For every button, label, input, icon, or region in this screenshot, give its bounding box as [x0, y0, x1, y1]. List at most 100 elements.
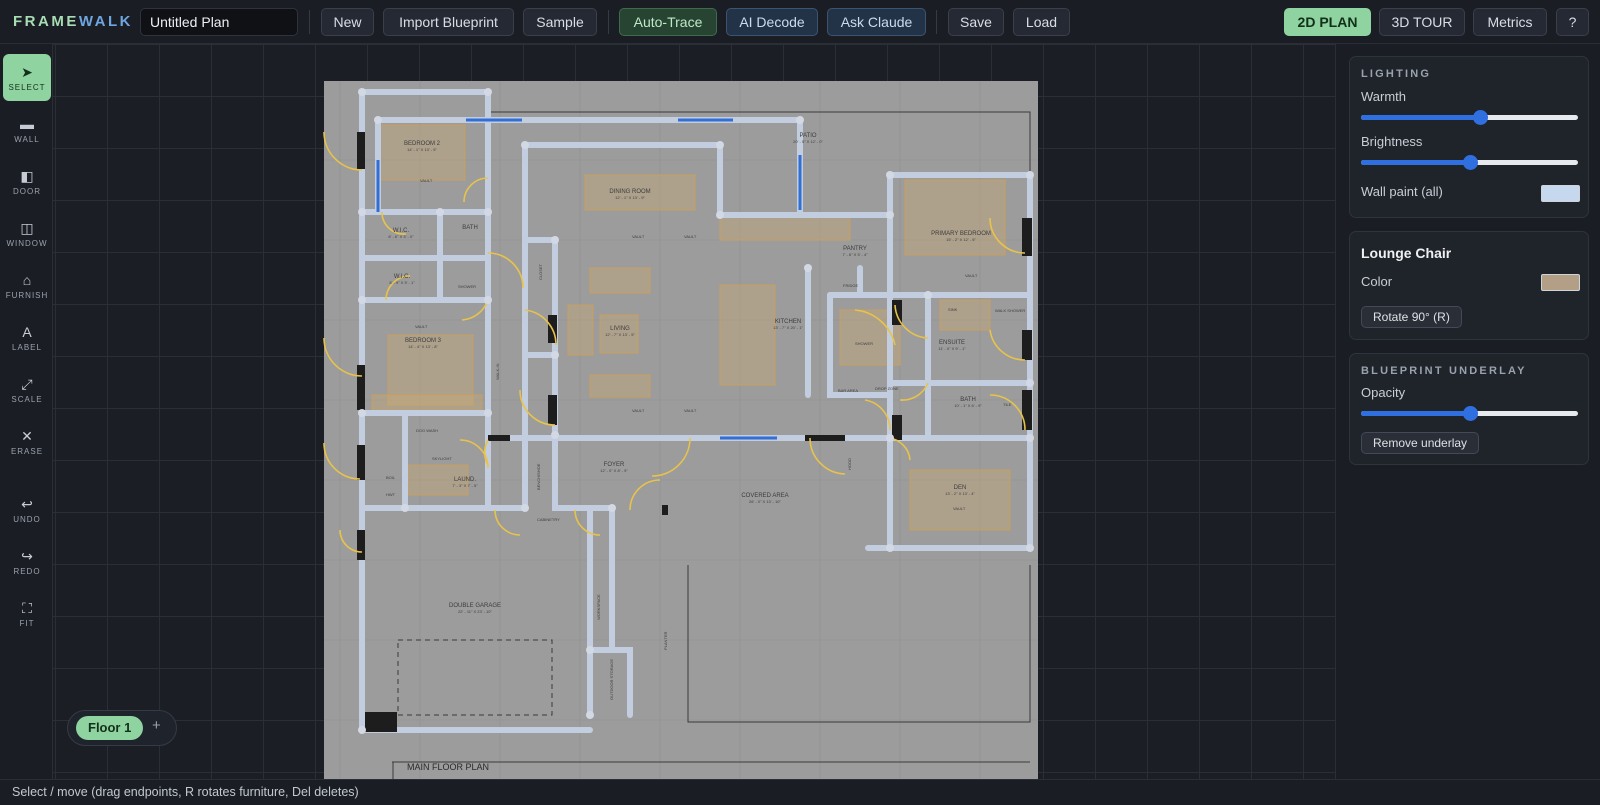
undo-icon: ↩ — [21, 496, 33, 512]
opacity-label: Opacity — [1361, 385, 1406, 400]
room-dims: 13' - 7" X 20' - 1" — [773, 325, 803, 330]
scale-tool[interactable]: ⤢ SCALE — [3, 366, 51, 413]
select-tool-label: SELECT — [8, 83, 46, 92]
scale-tool-label: SCALE — [11, 395, 43, 404]
redo-tool-label: REDO — [13, 567, 41, 576]
metrics-button[interactable]: Metrics — [1473, 8, 1547, 36]
2d-plan-button[interactable]: 2D PLAN — [1284, 8, 1371, 36]
redo-icon: ↪ — [21, 548, 33, 564]
furnish-tool[interactable]: ⌂ FURNISH — [3, 262, 51, 309]
floor-1-tab[interactable]: Floor 1 — [76, 716, 144, 740]
note-closet: CLOSET — [538, 263, 543, 280]
room-dims: 7' - 3" X 7' - 5" — [452, 483, 478, 488]
add-floor-button[interactable]: + — [152, 717, 161, 734]
note-vault: VAULT — [965, 273, 978, 278]
selected-object-title: Lounge Chair — [1361, 245, 1452, 261]
plan-canvas[interactable]: BEDROOM 2 14' - 1" X 13' - 5" DINING ROO… — [53, 44, 1335, 779]
room-dims: 15' - 2" X 12' - 5" — [946, 237, 976, 242]
door-tool[interactable]: ◧ DOOR — [3, 158, 51, 205]
wall-icon: ▬ — [20, 116, 34, 132]
label-tool[interactable]: A LABEL — [3, 314, 51, 361]
plan-sheet-title: MAIN FLOOR PLAN — [407, 762, 489, 772]
color-label: Color — [1361, 274, 1393, 289]
note-vault: VAULT — [420, 178, 433, 183]
note-walk-shower: WALK SHOWER — [995, 308, 1025, 313]
plan-title-input[interactable] — [140, 8, 298, 36]
door-icon: ◧ — [20, 168, 34, 184]
new-button[interactable]: New — [321, 8, 374, 36]
warmth-slider-knob[interactable] — [1473, 110, 1489, 125]
note-outdoor-storage: OUTDOOR STORAGE — [609, 659, 614, 700]
note-cabinetry: CABINETRY — [537, 517, 560, 522]
wall-paint-swatch[interactable] — [1541, 185, 1580, 202]
note-fridge: FRIDGE — [843, 283, 858, 288]
sample-button[interactable]: Sample — [523, 8, 597, 36]
house-icon: ⌂ — [22, 272, 32, 288]
room-name: BATH — [462, 225, 478, 231]
brightness-slider-knob[interactable] — [1462, 155, 1478, 170]
load-button[interactable]: Load — [1013, 8, 1070, 36]
note-sink: SINK — [948, 307, 958, 312]
note-vault: VAULT — [415, 324, 428, 329]
selection-card: Lounge Chair Color Rotate 90° (R) — [1349, 231, 1589, 340]
window-tool-label: WINDOW — [6, 239, 48, 248]
fit-tool-label: FIT — [19, 619, 35, 628]
warmth-slider-fill — [1361, 115, 1481, 120]
note-workspace: WORKSPACE — [596, 594, 601, 620]
opacity-slider[interactable] — [1361, 406, 1578, 421]
brightness-slider[interactable] — [1361, 155, 1578, 170]
save-button[interactable]: Save — [948, 8, 1004, 36]
warmth-label: Warmth — [1361, 89, 1407, 104]
opacity-slider-knob[interactable] — [1462, 406, 1478, 421]
resize-arrow-icon: ⤢ — [21, 376, 33, 392]
floor-switcher: Floor 1 + — [67, 710, 177, 746]
fit-tool[interactable]: ⛶ FIT — [3, 590, 51, 637]
note-skylight: SKYLIGHT — [432, 456, 452, 461]
select-tool[interactable]: ➤ SELECT — [3, 54, 51, 101]
note-hood: HOOD — [847, 458, 852, 470]
note-shower: SHOWER — [458, 284, 476, 289]
room-dims: 22' - 11" X 23' - 10" — [458, 609, 492, 614]
ask-claude-button[interactable]: Ask Claude — [827, 8, 926, 36]
wall-tool[interactable]: ▬ WALL — [3, 106, 51, 153]
room-dims: 12' - 1" X 13' - 9" — [615, 195, 645, 200]
ai-decode-button[interactable]: AI Decode — [726, 8, 818, 36]
cursor-arrow-icon: ➤ — [21, 64, 33, 80]
room-dims: 7' - 6" X 5' - 4" — [842, 252, 868, 257]
room-dims: 14' - 4" X 13' - 8" — [408, 344, 438, 349]
floor-plan-drawing[interactable]: BEDROOM 2 14' - 1" X 13' - 5" DINING ROO… — [53, 44, 1335, 779]
remove-underlay-button[interactable]: Remove underlay — [1361, 432, 1480, 454]
room-dims: 11' - 0" X 9' - 1" — [938, 346, 966, 351]
note-bar-area: BAR AREA — [838, 388, 858, 393]
import-blueprint-button[interactable]: Import Blueprint — [383, 8, 514, 36]
furnish-tool-label: FURNISH — [5, 291, 49, 300]
room-dims: 14' - 1" X 13' - 5" — [407, 147, 437, 152]
room-dims: 20' - 5" X 12' - 0" — [793, 139, 823, 144]
note-vault: VAULT — [632, 408, 645, 413]
note-walk-in: WALK-IN — [495, 363, 500, 380]
room-dims: 8' - 6" X 5' - 0" — [388, 234, 414, 239]
fit-screen-icon: ⛶ — [22, 600, 32, 616]
toolbar-divider — [309, 10, 310, 34]
rotate-button[interactable]: Rotate 90° (R) — [1361, 306, 1462, 328]
erase-tool[interactable]: ✕ ERASE — [3, 418, 51, 465]
label-tool-label: LABEL — [12, 343, 42, 352]
auto-trace-button[interactable]: Auto-Trace — [619, 8, 717, 36]
window-tool[interactable]: ◫ WINDOW — [3, 210, 51, 257]
warmth-slider[interactable] — [1361, 110, 1578, 125]
3d-tour-button[interactable]: 3D TOUR — [1379, 8, 1465, 36]
status-bar: Select / move (drag endpoints, R rotates… — [0, 779, 1600, 805]
room-dims: 13' - 2" X 13' - 4" — [945, 491, 975, 496]
redo-tool[interactable]: ↪ REDO — [3, 538, 51, 585]
note-drop-zone: DROP ZONE — [875, 386, 899, 391]
help-button[interactable]: ? — [1556, 8, 1589, 36]
brightness-label: Brightness — [1361, 134, 1423, 149]
undo-tool[interactable]: ↩ UNDO — [3, 486, 51, 533]
note-dog-wash: DOG WASH — [416, 428, 438, 433]
note-ensuite-shower: SHOWER — [855, 341, 873, 346]
window-icon: ◫ — [20, 220, 34, 236]
note-planter: PLANTER — [663, 631, 668, 650]
tool-rail: ➤ SELECT ▬ WALL ◧ DOOR ◫ WINDOW ⌂ FURNISH A LA… — [0, 44, 53, 779]
lighting-card: LIGHTING Warmth Brightness Wall paint (a… — [1349, 56, 1589, 218]
object-color-swatch[interactable] — [1541, 274, 1580, 291]
